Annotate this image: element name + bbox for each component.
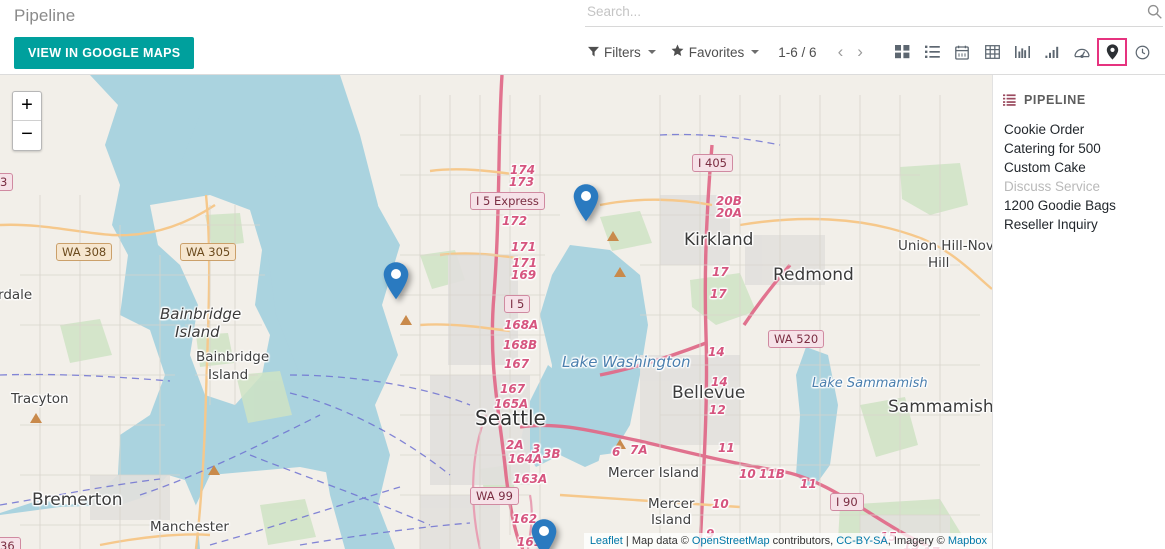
sidebar-item[interactable]: Discuss Service — [1003, 177, 1155, 196]
map-route-shield: I 5 Express — [470, 192, 545, 210]
map-pin-icon — [1106, 44, 1119, 60]
attribution-contributors: contributors, — [769, 535, 837, 547]
search-input[interactable] — [585, 2, 1125, 19]
attribution-sep: | — [622, 535, 632, 547]
list-lines-icon — [1003, 94, 1016, 106]
view-list-button[interactable] — [917, 38, 947, 66]
attribution-imagery: , Imagery © — [887, 535, 948, 547]
pager-count: 1-6 / 6 — [778, 44, 817, 60]
breadcrumb[interactable]: Pipeline — [14, 0, 194, 27]
map-attribution: Leaflet | Map data © OpenStreetMap contr… — [583, 533, 992, 549]
view-in-google-maps-button[interactable]: VIEW IN GOOGLE MAPS — [14, 37, 194, 69]
leaflet-link[interactable]: Leaflet — [590, 535, 623, 547]
bar-chart-icon — [1014, 45, 1030, 59]
control-panel: Pipeline VIEW IN GOOGLE MAPS Filters — [0, 0, 1165, 75]
sidebar-item[interactable]: Cookie Order — [1003, 120, 1155, 139]
sidebar-title-row: PIPELINE — [1003, 93, 1155, 107]
cohort-icon — [1044, 45, 1060, 59]
pipeline-sidebar: PIPELINE Cookie Order Catering for 500 Cus… — [992, 75, 1165, 549]
sidebar-item[interactable]: Catering for 500 — [1003, 139, 1155, 158]
sidebar-item-list: Cookie Order Catering for 500 Custom Cake D… — [1003, 120, 1155, 234]
view-switcher — [887, 38, 1157, 66]
pager-next-button[interactable]: › — [850, 43, 870, 60]
filters-label: Filters — [604, 44, 641, 60]
sidebar-item[interactable]: 1200 Goodie Bags — [1003, 196, 1155, 215]
chevron-down-icon — [647, 50, 656, 54]
star-icon — [671, 44, 684, 60]
map-route-shield: WA 308 — [56, 243, 113, 261]
map-route-shield: WA 99 — [470, 487, 519, 505]
map-route-shield: I 90 — [830, 493, 864, 511]
zoom-in-button[interactable]: + — [13, 92, 41, 121]
map-marker-pin-icon[interactable] — [572, 183, 600, 223]
view-activity-button[interactable] — [1127, 38, 1157, 66]
map-route-shield: I 5 — [504, 295, 531, 313]
map-marker-pin-icon[interactable] — [530, 518, 558, 549]
map-route-shield: WA 305 — [180, 243, 237, 261]
view-dashboard-button[interactable] — [1067, 38, 1097, 66]
favorites-label: Favorites — [688, 44, 745, 60]
map-canvas[interactable]: SeattleBellevueKirklandRedmondSammamishI… — [0, 75, 992, 549]
search-bar[interactable] — [585, 2, 1163, 27]
pager-previous-button[interactable]: ‹ — [831, 43, 851, 60]
map-view[interactable]: SeattleBellevueKirklandRedmondSammamishI… — [0, 75, 992, 549]
map-zoom-controls[interactable]: + − — [12, 91, 42, 151]
map-basemap — [0, 75, 992, 549]
kanban-icon — [894, 45, 910, 59]
list-icon — [924, 45, 940, 59]
zoom-out-button[interactable]: − — [13, 121, 41, 150]
view-calendar-button[interactable] — [947, 38, 977, 66]
control-panel-left: Pipeline VIEW IN GOOGLE MAPS — [14, 0, 194, 69]
sidebar-item[interactable]: Reseller Inquiry — [1003, 215, 1155, 234]
favorites-dropdown[interactable]: Favorites — [671, 44, 760, 60]
openstreetmap-link[interactable]: OpenStreetMap — [692, 535, 770, 547]
map-marker-pin-icon[interactable] — [382, 261, 410, 301]
filters-dropdown[interactable]: Filters — [588, 45, 656, 60]
sidebar-title: PIPELINE — [1024, 93, 1086, 107]
filter-icon — [588, 45, 599, 60]
control-panel-buttons: Filters Favorites 1-6 / 6 ‹ › — [588, 38, 1157, 66]
app-root: Pipeline VIEW IN GOOGLE MAPS Filters — [0, 0, 1165, 549]
attribution-mapdata: Map data © — [631, 535, 692, 547]
map-route-shield: I 405 — [692, 154, 733, 172]
chevron-down-icon — [751, 50, 760, 54]
clock-icon — [1135, 45, 1150, 60]
dashboard-icon — [1074, 46, 1090, 59]
mapbox-link[interactable]: Mapbox — [948, 535, 987, 547]
sidebar-item[interactable]: Custom Cake — [1003, 158, 1155, 177]
calendar-icon — [955, 45, 969, 60]
view-cohort-button[interactable] — [1037, 38, 1067, 66]
view-graph-button[interactable] — [1007, 38, 1037, 66]
map-route-shield: 3 — [0, 173, 14, 191]
pivot-icon — [984, 45, 1000, 59]
map-route-shield: 36 — [0, 537, 21, 549]
view-map-button[interactable] — [1097, 38, 1127, 66]
view-kanban-button[interactable] — [887, 38, 917, 66]
license-link[interactable]: CC-BY-SA — [836, 535, 888, 547]
view-pivot-button[interactable] — [977, 38, 1007, 66]
search-icon[interactable] — [1146, 3, 1163, 25]
map-route-shield: WA 520 — [768, 330, 825, 348]
pager: 1-6 / 6 ‹ › — [778, 43, 870, 60]
